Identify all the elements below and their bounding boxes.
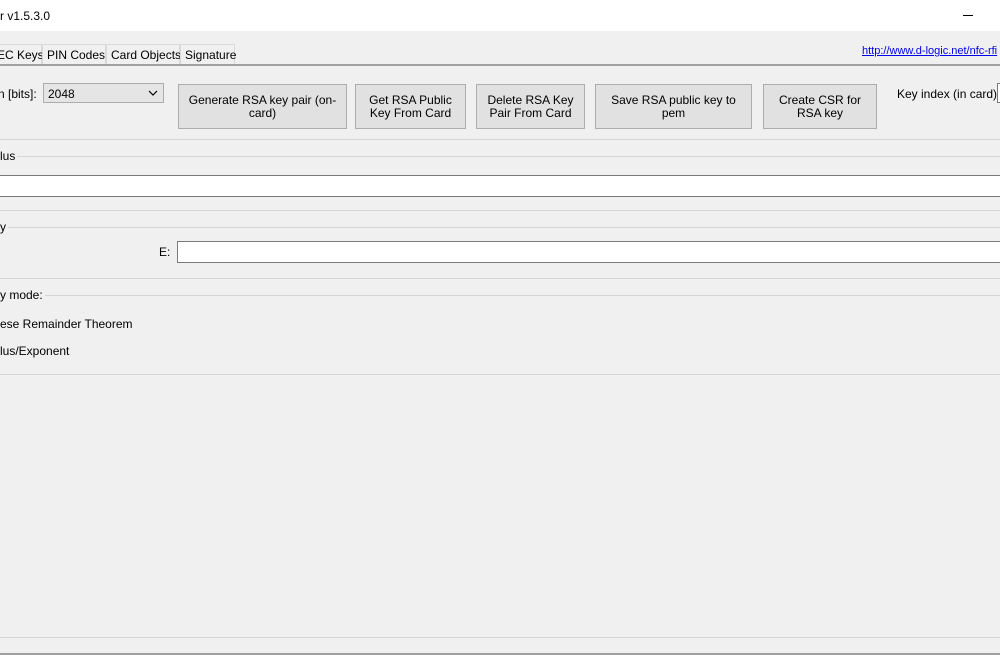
key-length-select[interactable]: 2048 bbox=[43, 83, 164, 103]
save-pem-button[interactable]: Save RSA public key to pem bbox=[595, 84, 752, 129]
delete-key-pair-button[interactable]: Delete RSA Key Pair From Card bbox=[476, 84, 585, 129]
minimize-icon[interactable] bbox=[963, 15, 973, 16]
key-length-value: 2048 bbox=[48, 87, 75, 101]
modulus-input[interactable] bbox=[0, 175, 1000, 197]
button-label: Create CSR for RSA key bbox=[778, 92, 862, 120]
divider bbox=[0, 374, 1000, 375]
window-title: r v1.5.3.0 bbox=[0, 9, 51, 23]
divider bbox=[0, 210, 1000, 211]
tab-pin-codes[interactable]: PIN Codes bbox=[42, 44, 106, 64]
e-label: E: bbox=[159, 245, 171, 259]
mode-option-modulus-exponent[interactable]: lus/Exponent bbox=[0, 344, 69, 358]
tab-label: Signature bbox=[185, 48, 237, 62]
e-input[interactable] bbox=[177, 241, 1000, 263]
mode-group-border bbox=[0, 295, 1000, 296]
exponent-group-border bbox=[0, 227, 1000, 228]
title-bar: r v1.5.3.0 bbox=[0, 0, 1000, 31]
tab-strip: EC Keys PIN Codes Card Objects Signature bbox=[0, 44, 1000, 66]
modulus-group-border bbox=[0, 156, 1000, 157]
divider bbox=[0, 278, 1000, 279]
tab-label: EC Keys bbox=[0, 48, 44, 62]
generate-key-pair-button[interactable]: Generate RSA key pair (on-card) bbox=[178, 84, 347, 129]
divider bbox=[0, 139, 1000, 140]
mode-option-crt[interactable]: ese Remainder Theorem bbox=[0, 317, 133, 331]
create-csr-button[interactable]: Create CSR for RSA key bbox=[763, 84, 877, 129]
tab-separator bbox=[0, 64, 1000, 66]
tab-ec-keys[interactable]: EC Keys bbox=[0, 44, 44, 64]
get-public-key-button[interactable]: Get RSA Public Key From Card bbox=[355, 84, 466, 129]
modulus-group-title: lus bbox=[0, 149, 18, 163]
tab-label: PIN Codes bbox=[47, 48, 106, 62]
key-length-label: n [bits]: bbox=[0, 87, 37, 101]
mode-group-title: y mode: bbox=[0, 288, 45, 302]
website-link[interactable]: http://www.d-logic.net/nfc-rfi bbox=[862, 45, 997, 57]
key-index-label: Key index (in card): bbox=[897, 87, 1000, 101]
tab-card-objects[interactable]: Card Objects bbox=[106, 44, 182, 64]
button-label: Get RSA Public Key From Card bbox=[369, 92, 452, 120]
tab-label: Card Objects bbox=[111, 48, 182, 62]
button-label: Delete RSA Key Pair From Card bbox=[487, 92, 574, 120]
button-label: Generate RSA key pair (on-card) bbox=[188, 92, 337, 120]
status-divider bbox=[0, 637, 1000, 638]
tab-signature[interactable]: Signature bbox=[180, 44, 237, 64]
button-label: Save RSA public key to pem bbox=[611, 92, 736, 120]
chevron-down-icon bbox=[148, 90, 158, 96]
exponent-group-title: y bbox=[0, 220, 8, 234]
